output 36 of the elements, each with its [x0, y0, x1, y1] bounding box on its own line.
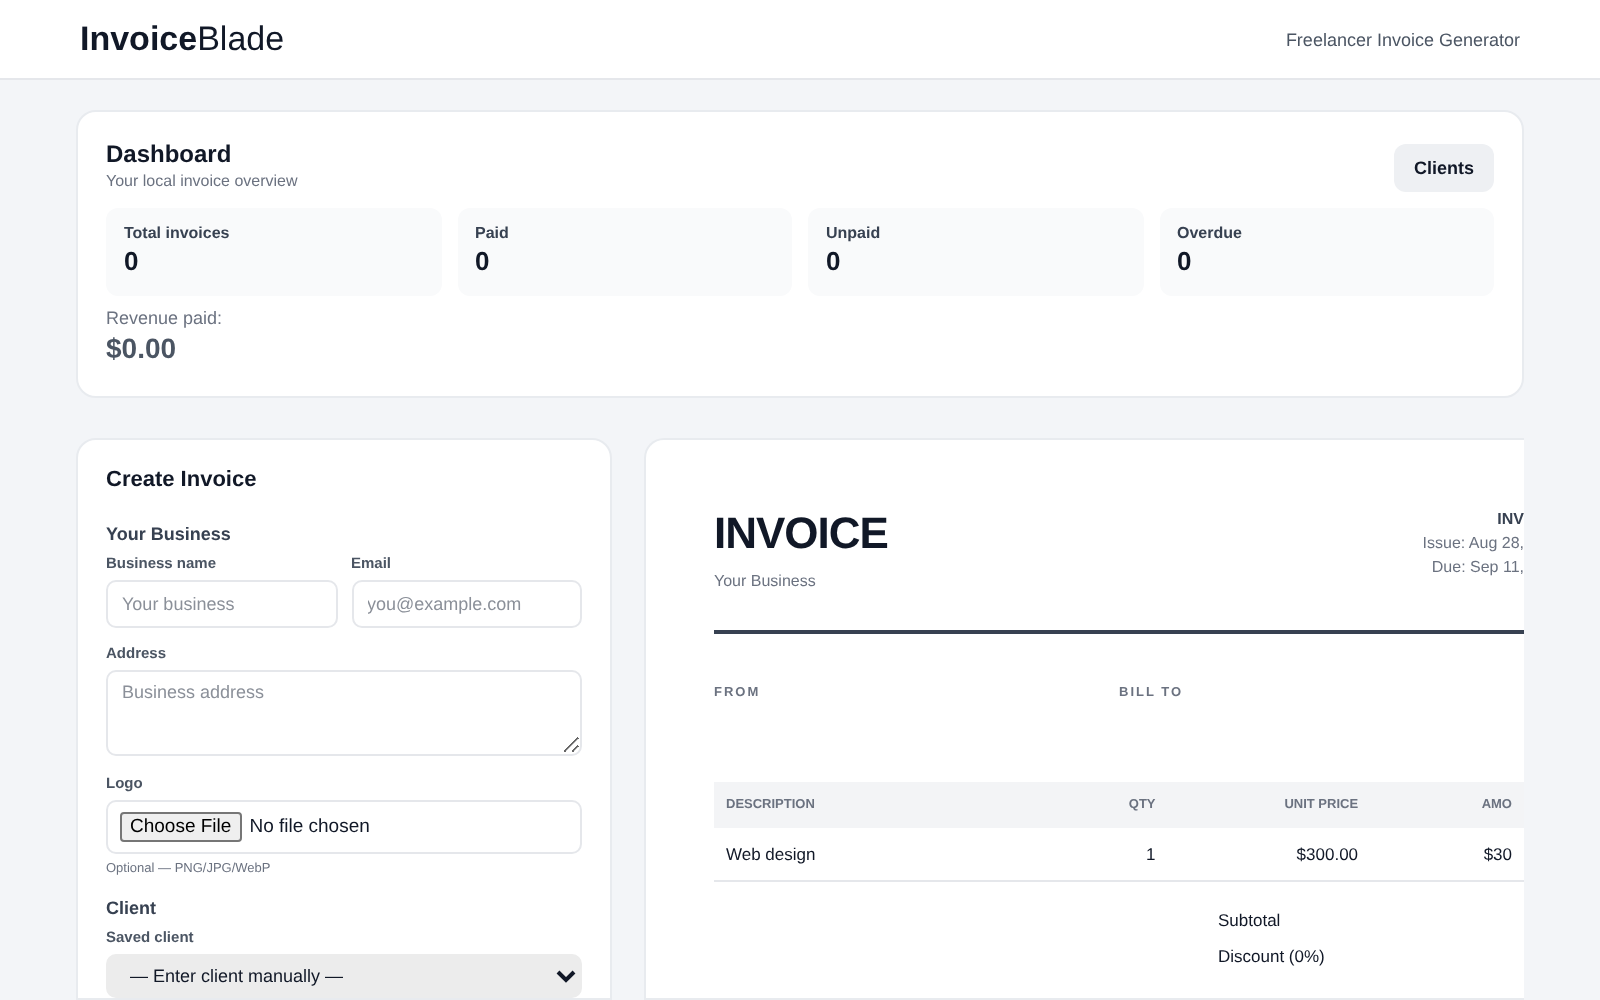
table-cell: $300.00 — [1167, 828, 1371, 881]
table-cell: 1 — [1054, 828, 1168, 881]
form-title: Create Invoice — [106, 468, 259, 492]
stat-label: Unpaid — [826, 224, 883, 242]
tagline: Freelancer Invoice Generator — [1285, 29, 1520, 49]
stat-value: 0 — [1177, 246, 1194, 276]
stat-value: 0 — [124, 246, 141, 276]
business-name: Your Business — [714, 572, 818, 590]
due-date: Due: Sep 11, — [1429, 556, 1524, 580]
email-field[interactable]: you@example.com — [351, 580, 582, 628]
revenue-value: $0.00 — [106, 332, 179, 364]
stat-label: Overdue — [1177, 224, 1244, 242]
stat-value: 0 — [826, 246, 843, 276]
section-heading: Your Business — [106, 524, 233, 544]
clients-button[interactable]: Clients — [1393, 144, 1494, 192]
invoice-title: INVOICE — [714, 508, 888, 560]
choose-file-button[interactable]: Choose File — [120, 811, 242, 842]
revenue-label: Revenue paid: — [106, 308, 225, 328]
app-logo: InvoiceBlade — [80, 19, 285, 59]
saved-client-select[interactable]: — Enter client manually — — [106, 954, 582, 998]
dashboard-title: Dashboard — [106, 140, 234, 168]
business-name-field[interactable]: Your business — [106, 580, 337, 628]
table-cell: $30 — [1370, 828, 1524, 881]
stat-label: Total invoices — [124, 224, 232, 242]
stat-label: Paid — [475, 224, 511, 242]
total-label: Discount (0%) — [1218, 946, 1327, 966]
file-status: No file chosen — [249, 815, 370, 838]
invoice-number: INV — [1495, 508, 1524, 532]
dashboard-subtitle: Your local invoice overview — [106, 172, 298, 190]
issue-date: Issue: Aug 28, — [1422, 532, 1524, 556]
table-cell: Web design — [714, 828, 1055, 881]
stat-value: 0 — [475, 246, 492, 276]
address-field[interactable]: Business address — [106, 669, 582, 757]
section-heading: Client — [106, 898, 159, 919]
total-label: Subtotal — [1218, 910, 1283, 930]
file-field[interactable]: Choose File No file chosen — [106, 800, 582, 854]
